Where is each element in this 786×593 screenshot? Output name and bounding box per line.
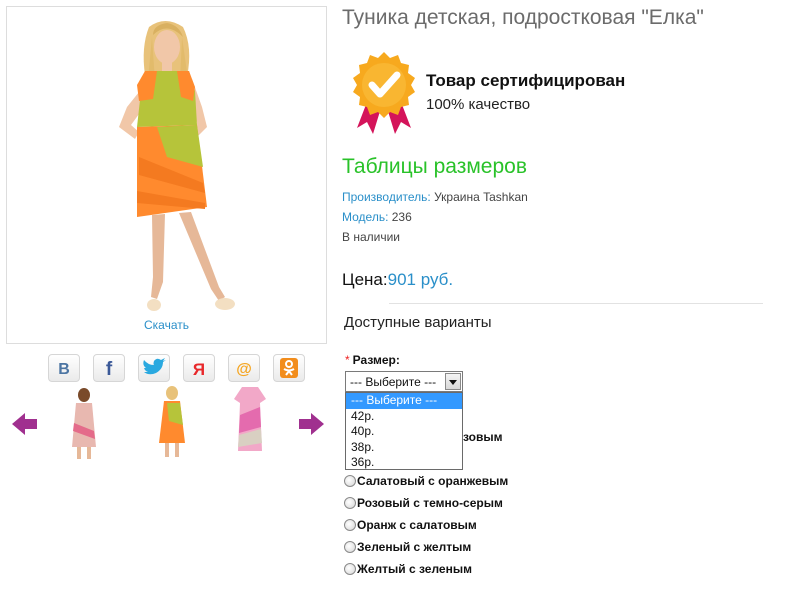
model-value: 236 — [388, 210, 412, 224]
odnoklassniki-icon: Я — [193, 360, 205, 378]
radio-button[interactable] — [344, 497, 356, 509]
color-option-label: Оранж с салатовым — [357, 518, 477, 532]
size-label-text: Размер: — [352, 353, 400, 367]
download-link[interactable]: Скачать — [7, 318, 326, 332]
carousel-prev-arrow-icon[interactable] — [12, 413, 38, 435]
thumbnail-1[interactable] — [66, 387, 102, 461]
product-photo — [119, 21, 235, 311]
svg-text:B: B — [58, 361, 70, 377]
color-option-partial-label: зовым — [463, 430, 503, 444]
ok-icon — [280, 358, 298, 378]
color-option-4[interactable]: Зеленый с желтым — [344, 540, 471, 556]
chevron-down-icon[interactable] — [445, 373, 461, 390]
options-title: Доступные варианты — [344, 314, 492, 331]
vk-share-button[interactable]: B — [48, 354, 80, 382]
thumbnail-2[interactable] — [155, 385, 189, 461]
size-option[interactable]: 36р. — [346, 455, 462, 471]
svg-text:f: f — [106, 359, 113, 378]
color-option-3[interactable]: Оранж с салатовым — [344, 518, 477, 534]
size-option[interactable]: 40р. — [346, 424, 462, 440]
carousel-next-arrow-icon[interactable] — [299, 413, 325, 435]
size-option[interactable]: 42р. — [346, 409, 462, 425]
size-select-value: --- Выберите --- — [350, 375, 437, 389]
model-label: Модель: — [342, 210, 389, 224]
svg-text:@: @ — [236, 361, 252, 378]
size-dropdown-list: --- Выберите --- 42р. 40р. 38р. 36р. — [345, 392, 463, 470]
price-line: Цена:901 руб. — [342, 270, 453, 290]
ok-share-button[interactable] — [273, 354, 305, 382]
facebook-share-button[interactable]: f — [93, 354, 125, 382]
color-option-label: Желтый с зеленым — [357, 562, 472, 576]
color-option-1[interactable]: Салатовый с оранжевым — [344, 474, 508, 490]
radio-button[interactable] — [344, 475, 356, 487]
divider — [389, 303, 763, 304]
mailru-share-button[interactable]: @ — [228, 354, 260, 382]
certified-subtitle: 100% качество — [426, 96, 531, 113]
model-line: Модель: 236 — [342, 210, 412, 224]
size-option[interactable]: 38р. — [346, 440, 462, 456]
svg-text:Я: Я — [193, 360, 205, 378]
certified-badge-icon — [353, 52, 415, 134]
size-select[interactable]: --- Выберите --- — [345, 371, 463, 392]
size-option[interactable]: --- Выберите --- — [346, 393, 462, 409]
required-mark: * — [345, 353, 350, 367]
price-label: Цена: — [342, 270, 388, 289]
manufacturer-line: Производитель: Украина Tashkan — [342, 190, 528, 204]
color-option-5[interactable]: Желтый с зеленым — [344, 562, 472, 578]
radio-button[interactable] — [344, 541, 356, 553]
vk-icon: B — [58, 361, 70, 377]
facebook-icon: f — [106, 359, 113, 378]
size-chart-link[interactable]: Таблицы размеров — [342, 155, 527, 179]
product-title: Туника детская, подростковая "Елка" — [342, 6, 704, 29]
size-label: * Размер: — [345, 353, 400, 367]
manufacturer-label-link[interactable]: Производитель: — [342, 190, 431, 204]
main-product-image[interactable]: Скачать — [6, 6, 327, 344]
twitter-icon — [143, 358, 166, 375]
thumbnail-3[interactable] — [230, 385, 270, 457]
color-option-label: Зеленый с желтым — [357, 540, 472, 554]
color-option-label: Розовый с темно-серым — [357, 496, 503, 510]
mailru-icon: @ — [236, 361, 252, 378]
color-option-2[interactable]: Розовый с темно-серым — [344, 496, 503, 512]
certified-title: Товар сертифицирован — [426, 71, 626, 90]
odnoklassniki-share-button[interactable]: Я — [183, 354, 215, 382]
price-value: 901 руб. — [387, 270, 454, 289]
twitter-share-button[interactable] — [138, 354, 170, 382]
manufacturer-value: Украина Tashkan — [430, 190, 528, 204]
radio-button[interactable] — [344, 519, 356, 531]
radio-button[interactable] — [344, 563, 356, 575]
color-option-label: Салатовый с оранжевым — [357, 474, 509, 488]
availability-status: В наличии — [342, 230, 401, 244]
